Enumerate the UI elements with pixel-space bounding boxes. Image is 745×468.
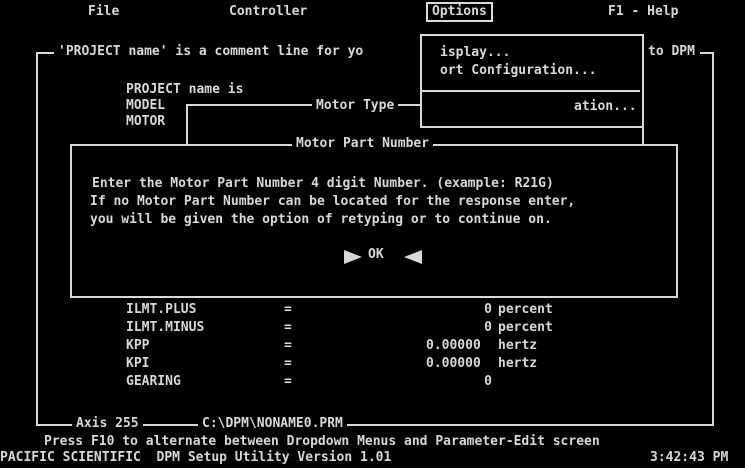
param-unit: percent [498,320,553,335]
ok-button-left-cap [344,250,362,264]
param-name[interactable]: KPI [126,356,149,372]
dialog-text-line1: Enter the Motor Part Number 4 digit Numb… [92,176,554,191]
options-item-port-configuration[interactable]: ort Configuration... [440,63,597,79]
param-eq: = [284,302,292,317]
ok-button-label: OK [368,247,384,262]
options-item-configuration[interactable]: ation... [574,99,637,115]
param-eq: = [284,338,292,353]
clock: 3:42:43 PM [650,450,729,465]
param-eq: = [284,374,292,389]
options-item-display[interactable]: isplay... [440,45,510,61]
axis-indicator: Axis 255 [72,416,143,432]
product-info: PACIFIC SCIENTIFIC DPM Setup Utility Ver… [0,450,392,465]
param-name[interactable]: ILMT.MINUS [126,320,204,336]
menu-options[interactable]: Options [426,2,493,22]
param-value[interactable]: 0 [480,302,492,318]
menu-bar: File Controller Options F1 - Help [0,0,745,26]
frame-left [36,52,38,425]
param-unit: percent [498,302,553,317]
comment-line-tail: to DPM [648,44,695,59]
project-name-label: PROJECT name is [126,82,244,97]
menu-help[interactable]: F1 - Help [608,4,678,20]
file-path: C:\DPM\NONAME0.PRM [198,416,347,432]
param-name[interactable]: KPP [126,338,149,354]
menu-file[interactable]: File [88,4,119,20]
param-unit: hertz [498,356,538,371]
dialog-text-line3: you will be given the option of retyping… [90,212,552,227]
param-name[interactable]: GEARING [126,374,181,390]
menu-controller[interactable]: Controller [229,4,307,20]
param-value[interactable]: 0 [480,374,492,390]
motor-label: MOTOR [126,114,166,129]
motor-type-title: Motor Type [312,98,399,114]
param-value[interactable]: 0.00000 [426,356,481,372]
comment-line: 'PROJECT name' is a comment line for yo [58,44,364,59]
help-hint: Press F10 to alternate between Dropdown … [44,434,600,449]
ok-button[interactable]: OK [342,246,426,266]
param-value[interactable]: 0 [480,320,492,336]
frame-right [712,52,714,425]
param-name[interactable]: ILMT.PLUS [126,302,196,318]
options-divider [422,90,640,92]
ok-button-right-cap [404,250,422,264]
dialog-bottom-shadow [70,296,678,298]
param-eq: = [284,320,292,335]
frame-top-left [36,52,54,54]
param-unit: hertz [498,338,538,353]
dialog-text-line2: If no Motor Part Number can be located f… [90,194,576,209]
dialog-title: Motor Part Number [292,136,434,152]
param-eq: = [284,356,292,371]
param-value[interactable]: 0.00000 [426,338,481,354]
model-label: MODEL [126,98,166,113]
